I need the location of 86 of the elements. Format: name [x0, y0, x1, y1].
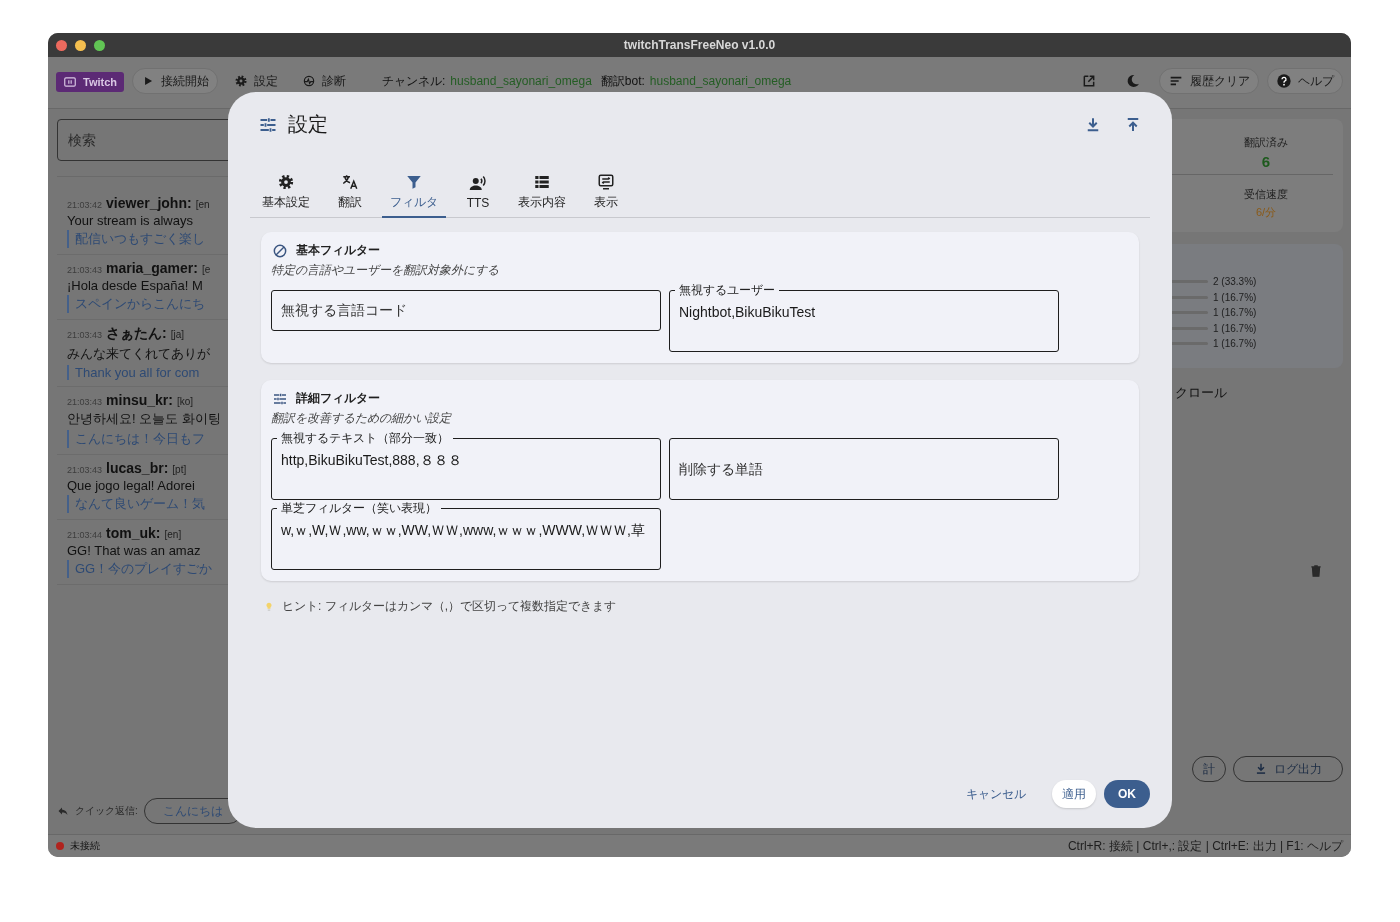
table-icon: [533, 173, 551, 191]
username: maria_gamer:: [106, 260, 198, 276]
tab[interactable]: フィルタ: [382, 168, 446, 218]
message-text: Your stream is always: [67, 213, 193, 228]
diagnostics-button[interactable]: 診断: [294, 68, 354, 94]
moon-icon: [1125, 73, 1141, 89]
zoom-button[interactable]: [94, 40, 105, 51]
channel-name: husband_sayonari_omega: [450, 74, 592, 88]
close-button[interactable]: [56, 40, 67, 51]
stat-value: 6: [1260, 153, 1272, 170]
stat-label: 翻訳済み: [1243, 135, 1289, 150]
count-label: 1 (16.7%): [1213, 291, 1258, 303]
connection-status: 未接続: [70, 839, 100, 853]
minimize-button[interactable]: [75, 40, 86, 51]
channel-label: チャンネル:: [382, 72, 446, 90]
open-in-new-icon: [1081, 73, 1097, 89]
connect-button[interactable]: 接続開始: [132, 68, 218, 94]
username: tom_uk:: [106, 525, 161, 541]
help-button[interactable]: ヘルプ: [1267, 68, 1343, 94]
help-icon: [1276, 73, 1292, 89]
message-text: みんな来てくれてありが: [67, 345, 210, 363]
bot-label: 翻訳bot:: [600, 72, 645, 90]
message-text: GG! That was an amaz: [67, 543, 201, 558]
trash-icon: [1309, 563, 1323, 578]
settings-button[interactable]: 設定: [226, 68, 286, 94]
language-tag: [pt]: [172, 464, 187, 475]
count-label: 1 (16.7%): [1213, 338, 1258, 350]
translation-text: スペインからこんにち: [67, 295, 205, 313]
monitor-icon: [597, 173, 615, 191]
language-tag: [en: [195, 199, 210, 210]
block-icon: [272, 242, 288, 259]
pulse-icon: [302, 74, 316, 88]
section-subtitle: 特定の言語やユーザーを翻訳対象外にする: [271, 262, 500, 279]
count-label: 1 (16.7%): [1213, 322, 1258, 334]
stat-value: 6/分: [1254, 205, 1278, 220]
message-text: Que jogo legal! Adorei: [67, 478, 195, 493]
section-title: 詳細フィルター: [296, 390, 380, 407]
speaking-person-icon: [469, 174, 487, 193]
funnel-icon: [405, 173, 423, 191]
lightbulb-icon: [264, 601, 274, 612]
section-title: 基本フィルター: [296, 242, 380, 259]
language-tag: [ja]: [170, 329, 185, 340]
username: minsu_kr:: [106, 392, 173, 408]
tab[interactable]: 表示: [574, 168, 638, 218]
field-label: 無視するユーザー: [675, 284, 779, 296]
field-label: 単芝フィルター（笑い表現）: [277, 502, 441, 514]
window-title: twitchTransFreeNeo v1.0.0: [623, 38, 776, 52]
tv-icon: [63, 75, 77, 89]
reply-icon: [57, 805, 69, 817]
cancel-button[interactable]: キャンセル: [956, 780, 1036, 808]
field-label: 無視するテキスト（部分一致）: [277, 432, 453, 444]
stat-label: 受信速度: [1243, 187, 1289, 202]
tab[interactable]: TTS: [446, 168, 510, 218]
translation-text: Thank you all for com: [67, 365, 200, 380]
ok-button[interactable]: OK: [1104, 780, 1150, 808]
language-tag: [ko]: [176, 396, 194, 407]
username: さぁたん:: [106, 325, 167, 343]
tab[interactable]: 翻訳: [318, 168, 382, 218]
tab[interactable]: 表示内容: [510, 168, 574, 218]
translate-icon: [341, 173, 359, 191]
download-icon: [1254, 762, 1268, 776]
section-subtitle: 翻訳を改善するための細かい設定: [271, 410, 453, 427]
apply-button[interactable]: 適用: [1052, 780, 1096, 808]
auto-scroll-label: クロール: [1175, 383, 1228, 402]
translation-text: 配信いつもすごく楽し: [67, 230, 205, 248]
count-label: 2 (33.3%): [1213, 276, 1258, 288]
quick-reply-label: クイック返信:: [75, 804, 138, 818]
username: lucas_br:: [106, 460, 169, 476]
settings-icon: [234, 74, 248, 88]
language-tag: [en]: [164, 529, 182, 540]
clear-history-button[interactable]: 履歴クリア: [1159, 68, 1259, 94]
username: viewer_john:: [106, 195, 192, 211]
search-input[interactable]: 検索: [68, 132, 277, 148]
bot-name: husband_sayonari_omega: [649, 74, 792, 88]
count-label: 1 (16.7%): [1213, 307, 1258, 319]
settings-icon: [277, 173, 295, 191]
twitch-button[interactable]: Twitch: [56, 72, 124, 92]
dialog-title: 設定: [288, 112, 328, 137]
message-text: 안녕하세요! 오늘도 화이팅: [67, 410, 221, 428]
shortcut-hint: Ctrl+R: 接続 | Ctrl+,: 設定 | Ctrl+E: 出力 | F1: ヘルプ: [1067, 837, 1343, 855]
hint-text: ヒント: フィルターはカンマ（,）で区切って複数指定できます: [282, 598, 616, 615]
message-text: ¡Hola desde España! M: [67, 278, 203, 293]
language-tag: [e: [201, 264, 211, 275]
translation-text: GG！今のプレイすごか: [67, 560, 213, 578]
tab[interactable]: 基本設定: [254, 168, 318, 218]
translation-text: こんにちは！今日もフ: [67, 430, 205, 448]
